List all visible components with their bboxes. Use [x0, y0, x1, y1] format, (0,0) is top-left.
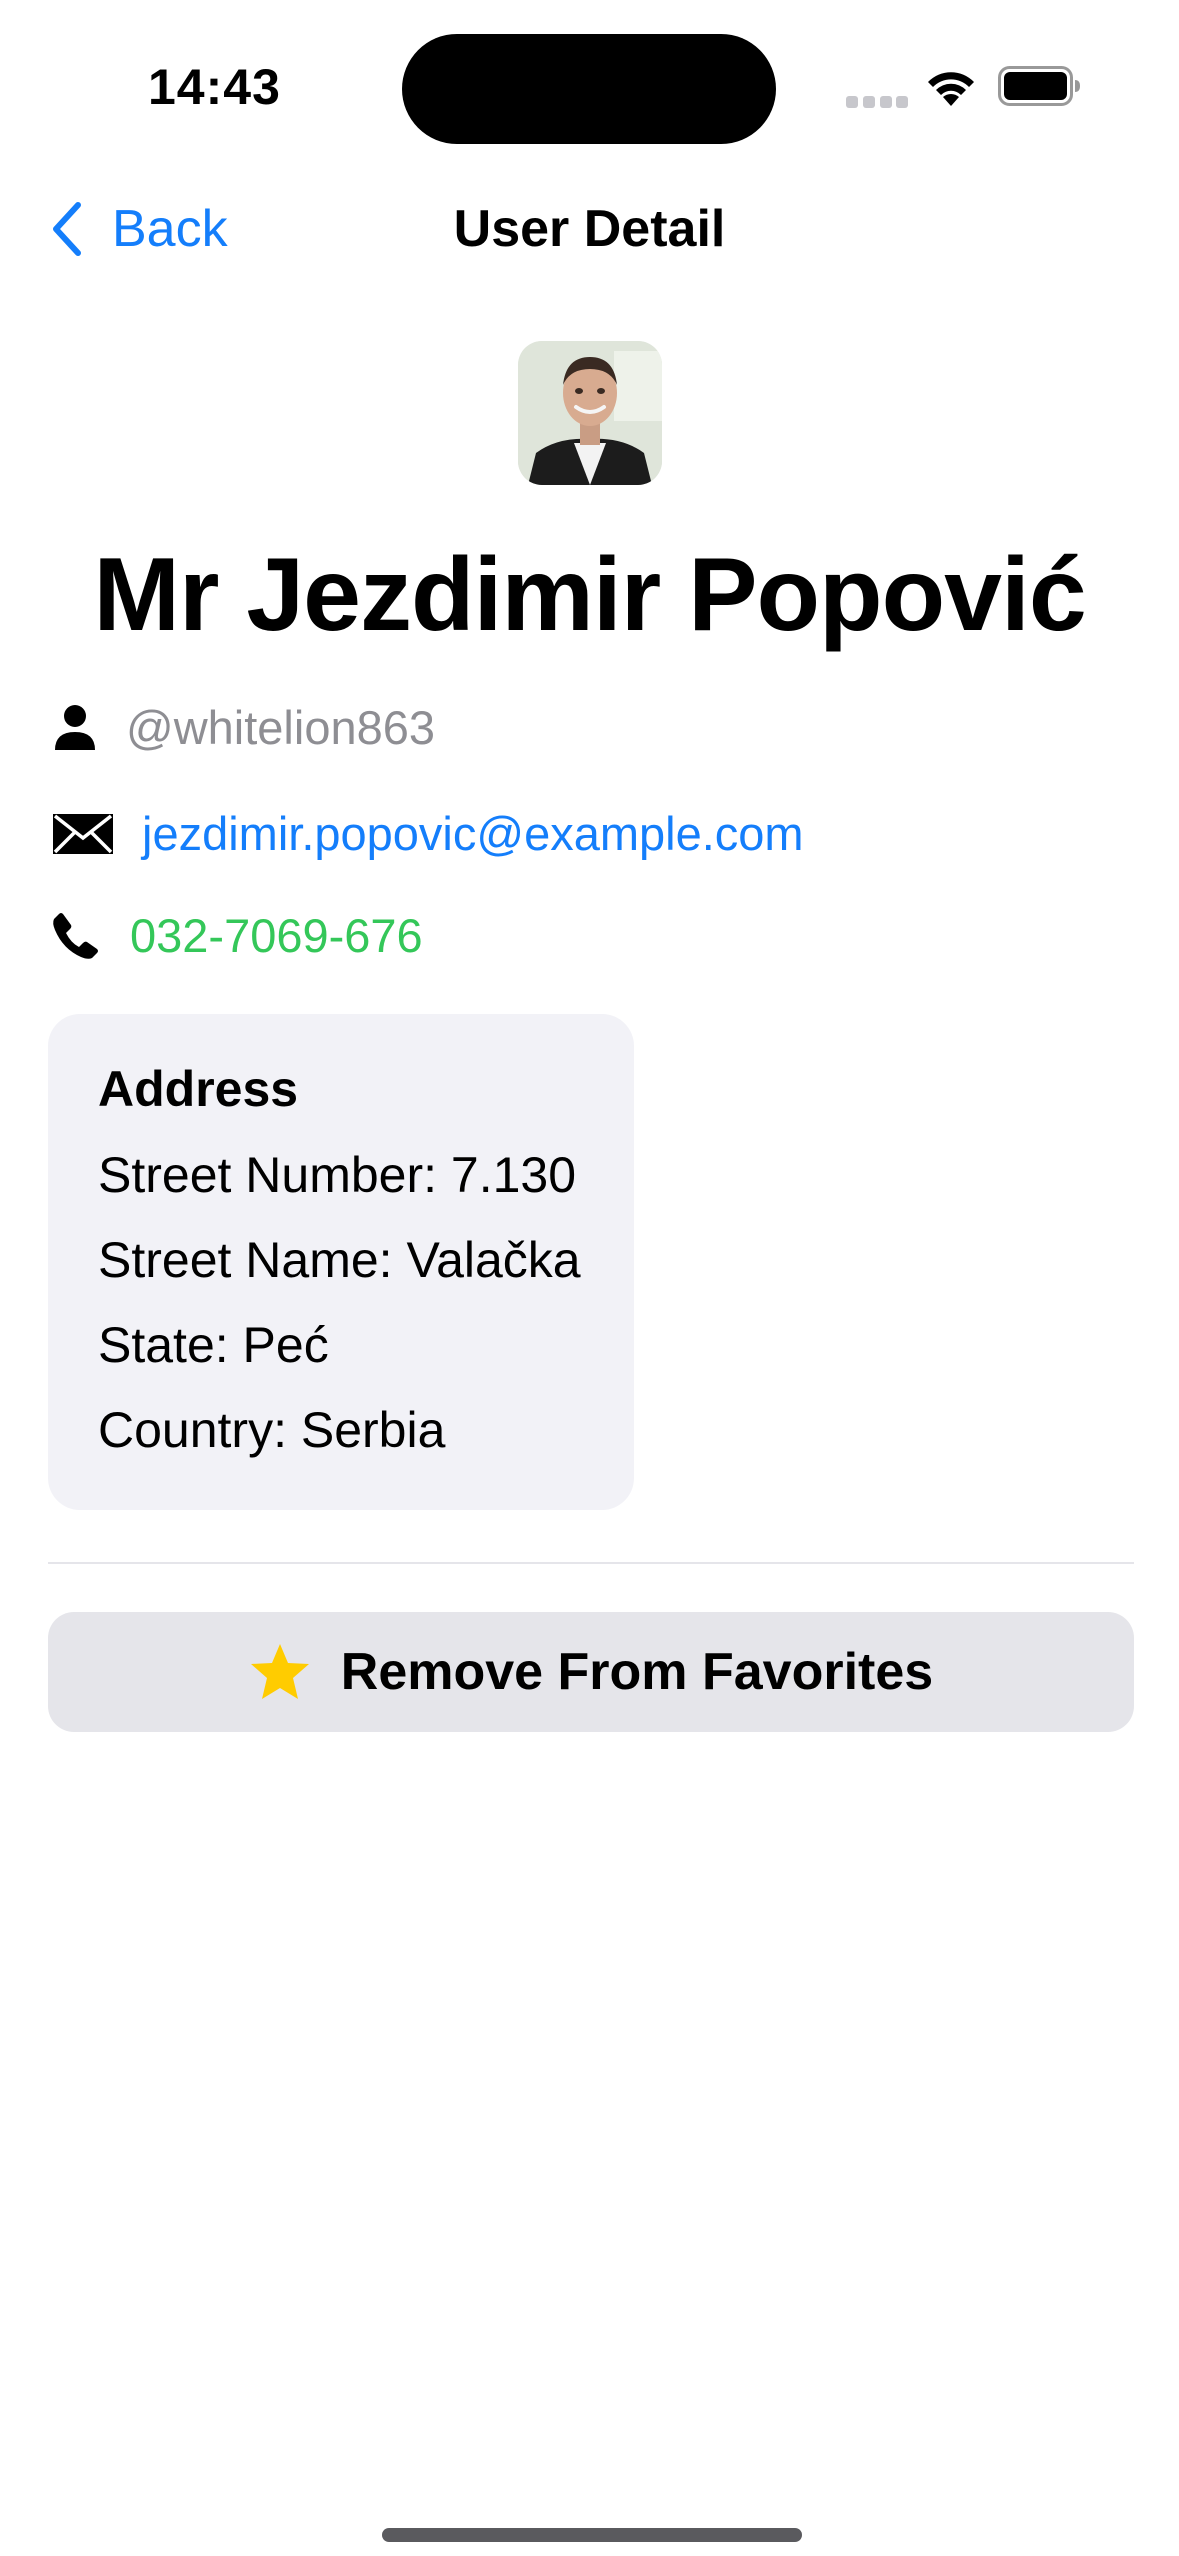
star-icon: [250, 1644, 309, 1699]
dynamic-island: [402, 34, 776, 144]
address-country: Country: Serbia: [98, 1402, 446, 1458]
address-street-name: Street Name: Valačka: [98, 1232, 581, 1288]
wifi-icon: [928, 72, 974, 106]
phone-icon: [50, 911, 100, 961]
avatar: [518, 341, 662, 485]
address-title: Address: [98, 1061, 299, 1117]
email-link[interactable]: jezdimir.popovic@example.com: [142, 806, 804, 861]
email-row[interactable]: jezdimir.popovic@example.com: [50, 806, 804, 861]
address-card: Address Street Number: 7.130 Street Name…: [48, 1014, 634, 1510]
cellular-dots-icon: [846, 96, 908, 108]
username-text: @whitelion863: [126, 701, 436, 754]
chevron-left-icon: [53, 202, 81, 256]
envelope-icon: [50, 809, 116, 859]
username-row: @whitelion863: [50, 700, 435, 755]
remove-from-favorites-label: Remove From Favorites: [340, 1643, 934, 1701]
person-icon: [50, 703, 100, 753]
back-button[interactable]: Back: [50, 194, 228, 264]
address-street-number: Street Number: 7.130: [98, 1147, 577, 1203]
home-indicator[interactable]: [382, 2528, 802, 2542]
phone-link[interactable]: 032-7069-676: [130, 908, 423, 963]
phone-row[interactable]: 032-7069-676: [50, 908, 423, 963]
remove-from-favorites-button[interactable]: Remove From Favorites: [48, 1612, 1134, 1732]
status-time: 14:43: [148, 59, 281, 115]
battery-icon: [998, 66, 1080, 106]
back-label: Back: [112, 200, 228, 258]
user-detail-screen: 14:43 Back User Detail Mr Jezdimir Popov…: [0, 0, 1179, 2556]
address-state: State: Peć: [98, 1317, 329, 1373]
user-full-name: Mr Jezdimir Popović: [93, 537, 1086, 653]
divider: [48, 1562, 1134, 1564]
avatar-photo: [518, 341, 662, 485]
